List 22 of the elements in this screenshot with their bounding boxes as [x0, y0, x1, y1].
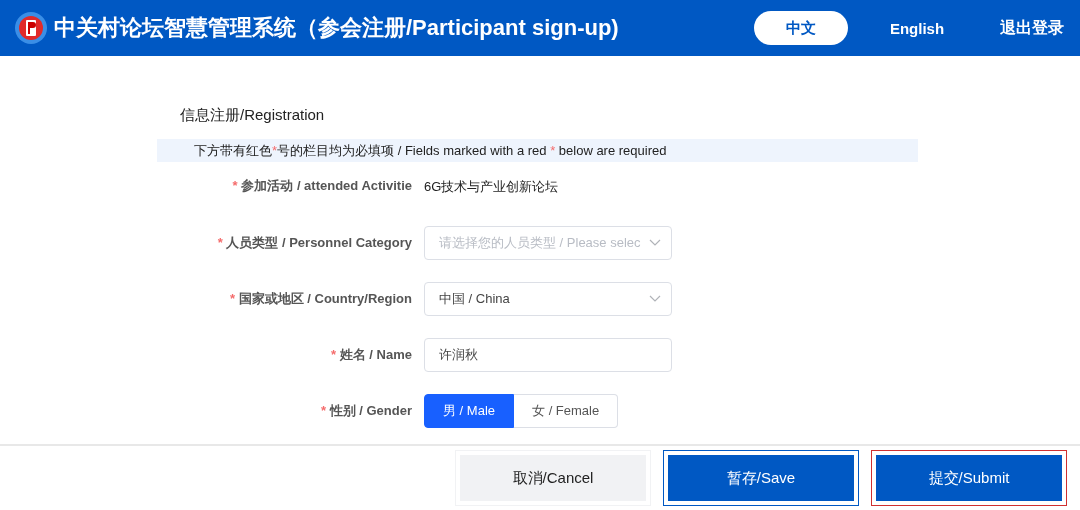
- logout-link[interactable]: 退出登录: [1000, 17, 1064, 39]
- select-field[interactable]: 中国 / China: [424, 282, 672, 316]
- gender-option[interactable]: 女 / Female: [514, 394, 619, 428]
- language-tab[interactable]: 中文: [754, 11, 848, 45]
- required-notice: 下方带有红色*号的栏目均为必填项 / Fields marked with a red * below are required: [194, 143, 667, 158]
- field-label: * 人员类型 / Personnel Category: [216, 234, 412, 252]
- chevron-down-icon: [649, 239, 661, 247]
- logo-icon: [14, 11, 48, 45]
- language-tab[interactable]: English: [870, 11, 964, 45]
- action-button[interactable]: 提交/Submit: [871, 450, 1067, 506]
- field-label: * 姓名 / Name: [330, 346, 412, 364]
- app-title: 中关村论坛智慧管理系统（参会注册/Participant sign-up): [54, 14, 619, 42]
- field-label: * 性别 / Gender: [319, 402, 412, 420]
- input-field[interactable]: 许润秋: [424, 338, 672, 372]
- field-value: 6G技术与产业创新论坛: [424, 178, 559, 194]
- action-button[interactable]: 取消/Cancel: [455, 450, 651, 506]
- chevron-down-icon: [649, 295, 661, 303]
- gender-option[interactable]: 男 / Male: [424, 394, 514, 428]
- field-label: * 国家或地区 / Country/Region: [229, 290, 412, 308]
- action-button[interactable]: 暂存/Save: [663, 450, 859, 506]
- field-label: * 参加活动 / attended Activitie: [231, 177, 412, 195]
- section-title: 信息注册/Registration: [180, 106, 325, 125]
